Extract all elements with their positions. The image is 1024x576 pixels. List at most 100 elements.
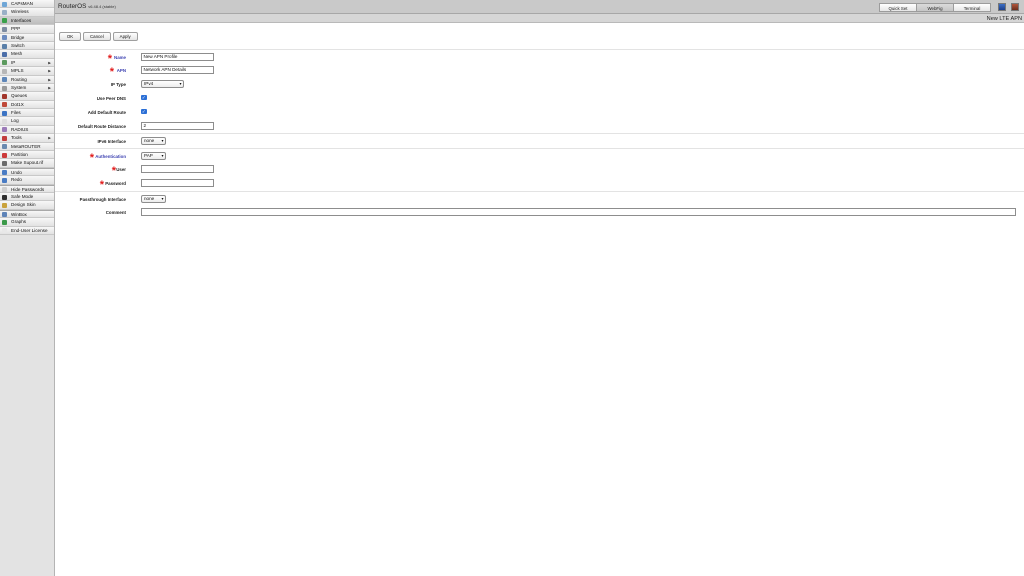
default-route-distance-row: Default Route Distance 2 — [55, 119, 1024, 133]
sidebar-item-design-skin[interactable]: Design Skin — [0, 201, 54, 210]
sidebar-item-dot1x[interactable]: Dot1X — [0, 100, 54, 110]
chevron-down-icon: ▾ — [161, 152, 164, 158]
sidebar-item-queues[interactable]: Queues — [0, 92, 54, 101]
required-star-icon: * — [99, 178, 104, 191]
ip-type-select[interactable]: IPv4 ▾ — [141, 79, 184, 88]
dot1x-icon — [2, 102, 7, 108]
sidebar-item-radius[interactable]: RADIUS — [0, 125, 54, 135]
use-peer-dns-checkbox[interactable]: ✓ — [141, 94, 147, 100]
sidebar-item-label: Switch — [11, 42, 25, 48]
ok-button[interactable]: OK — [59, 32, 81, 41]
sidebar-item-switch[interactable]: Switch — [0, 41, 54, 51]
sidebar-item-end-user-license[interactable]: End-User License — [0, 226, 54, 235]
cancel-button[interactable]: Cancel — [83, 32, 111, 41]
ipv6-interface-select[interactable]: none ▾ — [141, 136, 166, 145]
tab-quick-set[interactable]: Quick Set — [879, 3, 917, 12]
sidebar-item-log[interactable]: Log — [0, 117, 54, 126]
comment-row: Comment — [55, 205, 1024, 219]
sidebar-item-label: Make Supout.rif — [11, 160, 44, 166]
user-input[interactable] — [141, 164, 214, 173]
sidebar-item-metarouter[interactable]: MetaROUTER — [0, 142, 54, 152]
sidebar-item-mesh[interactable]: Mesh — [0, 50, 54, 59]
sidebar-item-capsman[interactable]: CAPsMAN — [0, 0, 54, 9]
apn-input[interactable]: Network APN Details — [141, 65, 214, 74]
ip-type-label: IP Type — [110, 81, 126, 87]
use-peer-dns-row: Use Peer DNS ✓ — [55, 91, 1024, 105]
tab-webfig[interactable]: WebFig — [916, 3, 954, 12]
sidebar-item-ppp[interactable]: PPP — [0, 25, 54, 34]
add-default-route-label: Add Default Route — [87, 109, 126, 115]
sidebar-item-ip[interactable]: IP ▶ — [0, 58, 54, 68]
sidebar-item-label: Bridge — [11, 34, 25, 40]
metarouter-icon — [2, 144, 7, 150]
apn-label: * APN — [109, 65, 126, 78]
password-input[interactable] — [141, 178, 214, 187]
tab-terminal[interactable]: Terminal — [953, 3, 991, 12]
sidebar-item-tools[interactable]: Tools ▶ — [0, 134, 54, 143]
sidebar-item-safe-mode[interactable]: Safe Mode — [0, 192, 54, 202]
tools-icon — [2, 135, 7, 141]
wireless-icon — [2, 9, 7, 15]
sidebar-item-label: Log — [11, 118, 19, 124]
sidebar-item-hide-passwords[interactable]: Hide Passwords — [0, 184, 54, 193]
sidebar-item-winbox[interactable]: WinBox — [0, 209, 54, 219]
sidebar-item-interfaces[interactable]: Interfaces — [0, 16, 54, 26]
sidebar-item-label: Partition — [11, 152, 28, 158]
winbox-icon — [2, 212, 7, 218]
add-default-route-checkbox[interactable]: ✓ — [141, 108, 147, 114]
system-icon — [2, 85, 7, 91]
ip-type-row: IP Type IPv4 ▾ — [55, 77, 1024, 91]
sidebar-item-label: Interfaces — [11, 17, 32, 23]
sidebar-item-mpls[interactable]: MPLS ▶ — [0, 67, 54, 76]
capsman-icon — [2, 1, 7, 7]
routing-icon — [2, 77, 7, 83]
winbox-download-icon[interactable] — [1011, 3, 1019, 11]
apply-button[interactable]: Apply — [112, 32, 138, 41]
supout-icon — [2, 161, 7, 167]
license-icon — [2, 228, 7, 234]
sidebar-item-make-supout-rif[interactable]: Make Supout.rif — [0, 159, 54, 168]
default-route-distance-input[interactable]: 2 — [141, 121, 214, 130]
bridge-icon — [2, 35, 7, 41]
switch-icon — [2, 43, 7, 49]
sidebar-item-bridge[interactable]: Bridge — [0, 33, 54, 42]
sidebar-item-undo[interactable]: Undo — [0, 167, 54, 177]
sidebar-item-label: Tools — [11, 135, 22, 141]
sidebar-item-label: PPP — [11, 26, 21, 32]
sidebar-item-wireless[interactable]: Wireless — [0, 8, 54, 17]
mpls-icon — [2, 68, 7, 74]
version-label: v6.48.4 (stable) — [88, 4, 116, 9]
design-skin-icon — [2, 202, 7, 208]
sidebar-item-system[interactable]: System ▶ — [0, 83, 54, 93]
sidebar-item-files[interactable]: Files — [0, 109, 54, 118]
comment-textarea[interactable] — [141, 208, 1016, 216]
chevron-down-icon: ▾ — [161, 137, 164, 143]
ipv6-interface-label: IPv6 Interface — [97, 138, 126, 144]
add-default-route-row: Add Default Route ✓ — [55, 105, 1024, 119]
product-name: RouterOS v6.48.4 (stable) — [58, 3, 116, 10]
authentication-select[interactable]: PAP ▾ — [141, 151, 166, 160]
interfaces-icon — [2, 18, 7, 24]
sidebar-item-partition[interactable]: Partition — [0, 151, 54, 160]
sidebar-item-redo[interactable]: Redo — [0, 176, 54, 185]
sidebar-item-label: System — [11, 84, 27, 90]
sidebar-item-graphs[interactable]: Graphs — [0, 218, 54, 227]
sidebar-item-label: MetaROUTER — [11, 143, 41, 149]
redo-icon — [2, 177, 7, 183]
comment-label: Comment — [105, 209, 126, 215]
user-label: * User — [111, 164, 126, 177]
name-label: * Name — [107, 52, 126, 65]
mesh-icon — [2, 51, 7, 57]
save-icon[interactable] — [998, 3, 1006, 11]
partition-icon — [2, 152, 7, 158]
passthrough-interface-select[interactable]: none ▾ — [141, 194, 166, 203]
sidebar-item-label: MPLS — [11, 68, 24, 74]
graphs-icon — [2, 219, 7, 225]
chevron-down-icon: ▾ — [179, 80, 182, 86]
sidebar-item-routing[interactable]: Routing ▶ — [0, 75, 54, 84]
password-row: * Password — [55, 176, 1024, 190]
name-input[interactable]: New APN Profile — [141, 52, 214, 61]
sidebar-item-label: Hide Passwords — [11, 186, 45, 192]
top-tabs: Quick Set WebFig Terminal — [879, 3, 991, 12]
hide-passwords-icon — [2, 187, 7, 192]
